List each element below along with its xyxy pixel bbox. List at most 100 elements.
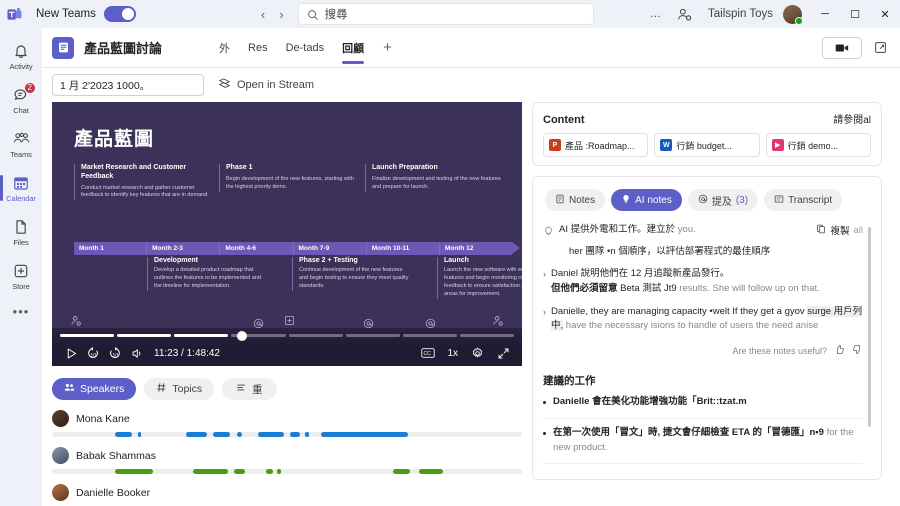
speech-segment — [212, 432, 230, 437]
org-name-label[interactable]: Tailspin Toys — [700, 0, 781, 28]
video-button-row: 10 10 11:23 / 1:48:42 CC 1x — [52, 340, 522, 366]
task-text: 在第一次使用「冒文」時, 捷文會仔細檢查 ETA 的「冒德匯」n•9 for t… — [553, 426, 854, 453]
tab-transcript[interactable]: Transcript — [764, 189, 843, 211]
ai-summary-dim: you. — [677, 224, 696, 235]
chip-topics[interactable]: Topics — [144, 378, 215, 400]
speaker-row: Babak Shammas — [52, 447, 522, 474]
sidebar-item-chat[interactable]: 2 Chat — [0, 78, 42, 122]
tab-0[interactable]: 外 — [210, 28, 239, 68]
sidebar-item-teams[interactable]: Teams — [0, 122, 42, 166]
person-add-icon[interactable] — [669, 0, 700, 28]
new-teams-toggle[interactable] — [103, 6, 136, 22]
task-divider — [543, 417, 863, 419]
chip-speakers[interactable]: Speakers — [52, 378, 137, 400]
content-file-list: P 產品 :Roadmap... W 行銷 budget... ▶ 行銷 dem… — [543, 133, 871, 157]
scrub-segment[interactable] — [345, 334, 400, 337]
expand-caret-icon[interactable]: › — [543, 267, 546, 296]
scrub-segment[interactable] — [459, 334, 514, 337]
scrubber-handle[interactable] — [237, 330, 248, 341]
rail-more-apps-icon[interactable]: ••• — [0, 304, 42, 319]
file-chip-roadmap[interactable]: P 產品 :Roadmap... — [543, 133, 649, 157]
timeline-item-launch: Launch Launch the new software with enha… — [437, 257, 522, 299]
scrub-segment[interactable] — [288, 334, 343, 337]
scrub-segment[interactable] — [117, 334, 172, 337]
notes-scrollbar[interactable] — [868, 227, 871, 427]
file-chip-budget[interactable]: W 行銷 budget... — [654, 133, 760, 157]
speaker-timeline-track[interactable] — [52, 469, 522, 474]
speaker-timeline-track[interactable] — [52, 432, 522, 437]
tab-recap[interactable]: 回顧 — [333, 28, 373, 68]
content-card-header: Content 請參閱al — [543, 111, 871, 126]
open-in-new-window-button[interactable] — [870, 38, 890, 58]
page-title: 產品藍圖討論 — [84, 41, 163, 56]
people-icon — [64, 382, 75, 396]
month-label: Month 4-6 — [220, 242, 294, 255]
minimize-button[interactable]: ─ — [810, 0, 840, 28]
tab-2[interactable]: De-tads — [277, 28, 334, 68]
add-tab-button[interactable]: + — [373, 39, 402, 56]
closed-captions-icon[interactable]: CC — [417, 342, 439, 364]
speaker-header: Babak Shammas — [52, 447, 522, 464]
powerpoint-icon: P — [549, 139, 561, 151]
user-avatar[interactable] — [783, 4, 803, 25]
tab-label: AI notes — [635, 194, 672, 206]
maximize-button[interactable]: ☐ — [840, 0, 870, 28]
settings-gear-icon[interactable] — [466, 342, 488, 364]
sidebar-item-store[interactable]: Store — [0, 254, 42, 298]
meeting-date-field[interactable]: 1 月 2'2023 1000。 — [52, 74, 204, 96]
forward-arrow-icon[interactable]: › — [279, 8, 283, 21]
sidebar-item-activity[interactable]: Activity — [0, 34, 42, 78]
timeline-item-phase-1: Phase 1 Begin development of the new fea… — [219, 164, 361, 192]
file-chip-demo[interactable]: ▶ 行銷 demo... — [765, 133, 871, 157]
tab-label: Notes — [569, 194, 596, 206]
volume-icon[interactable] — [126, 342, 148, 364]
scrub-segment[interactable] — [174, 334, 229, 337]
fullscreen-icon[interactable] — [492, 342, 514, 364]
ai-note-bullet: › Daniel 說明他們在 12 月追蹤新產品發行。 但他們必須留意 Beta … — [543, 267, 863, 296]
close-button[interactable]: ✕ — [870, 0, 900, 28]
sidebar-label-activity: Activity — [9, 61, 33, 71]
thumbs-down-icon[interactable] — [852, 344, 863, 357]
more-options-icon[interactable]: … — [642, 0, 670, 28]
expand-caret-icon[interactable]: › — [543, 305, 546, 334]
search-placeholder-text: 搜尋 — [324, 9, 348, 21]
scrub-segment[interactable] — [60, 334, 115, 337]
video-scrubber[interactable] — [60, 330, 514, 341]
right-panel: Content 請參閱al P 產品 :Roadmap... W 行銷 budg… — [532, 102, 890, 506]
open-in-stream-link[interactable]: Open in Stream — [218, 77, 314, 93]
task-list-item: Danielle 會在美化功能增強功能「Brit::tzat.m — [543, 395, 863, 410]
rewind-10-icon[interactable]: 10 — [82, 342, 104, 364]
meet-now-button[interactable] — [822, 36, 862, 59]
tab-mentions[interactable]: 提及 (3) — [687, 189, 759, 211]
sidebar-item-files[interactable]: Files — [0, 210, 42, 254]
avatar — [52, 484, 69, 501]
tab-ai-notes[interactable]: AI notes — [611, 189, 682, 211]
scrub-segment[interactable] — [402, 334, 457, 337]
store-icon — [12, 262, 30, 280]
tab-bar: 外 Res De-tads 回顧 + — [210, 28, 402, 68]
video-controls: 10 10 11:23 / 1:48:42 CC 1x — [52, 328, 522, 366]
tab-1[interactable]: Res — [239, 28, 277, 68]
forward-10-icon[interactable]: 10 — [104, 342, 126, 364]
thumbs-up-icon[interactable] — [834, 344, 845, 357]
window-title-bar: New Teams ‹ › 搜尋 … Tailspin Toys ─ ☐ ✕ — [0, 0, 900, 28]
month-label: Month 2-3 — [147, 242, 221, 255]
month-label: Month 12 — [444, 245, 474, 252]
timeline-body: Conduct market research and gather custo… — [81, 184, 209, 199]
sidebar-item-calendar[interactable]: Calendar — [0, 166, 42, 210]
copy-all-button[interactable]: 複製 all — [816, 223, 863, 237]
chip-chapters[interactable]: 重 — [222, 378, 277, 400]
bullet-text: Daniel 說明他們在 12 月追蹤新產品發行。 但他們必須留意 Beta 測試… — [551, 268, 820, 294]
search-input[interactable]: 搜尋 — [297, 3, 594, 25]
file-name: 行銷 budget... — [676, 140, 732, 151]
timeline-heading: Launch — [444, 257, 469, 264]
timeline-heading: Launch Preparation — [372, 164, 438, 171]
notes-tab-bar: Notes AI notes 提及 (3) Transcript — [543, 185, 871, 217]
speech-segment — [290, 432, 300, 437]
playback-speed-button[interactable]: 1x — [443, 348, 462, 359]
play-icon[interactable] — [60, 342, 82, 364]
tab-notes[interactable]: Notes — [545, 189, 606, 211]
see-all-link[interactable]: 請參閱al — [833, 111, 871, 126]
video-player[interactable]: 產品藍圖 Market Research and Customer Feedba… — [52, 102, 522, 366]
back-arrow-icon[interactable]: ‹ — [261, 8, 265, 21]
